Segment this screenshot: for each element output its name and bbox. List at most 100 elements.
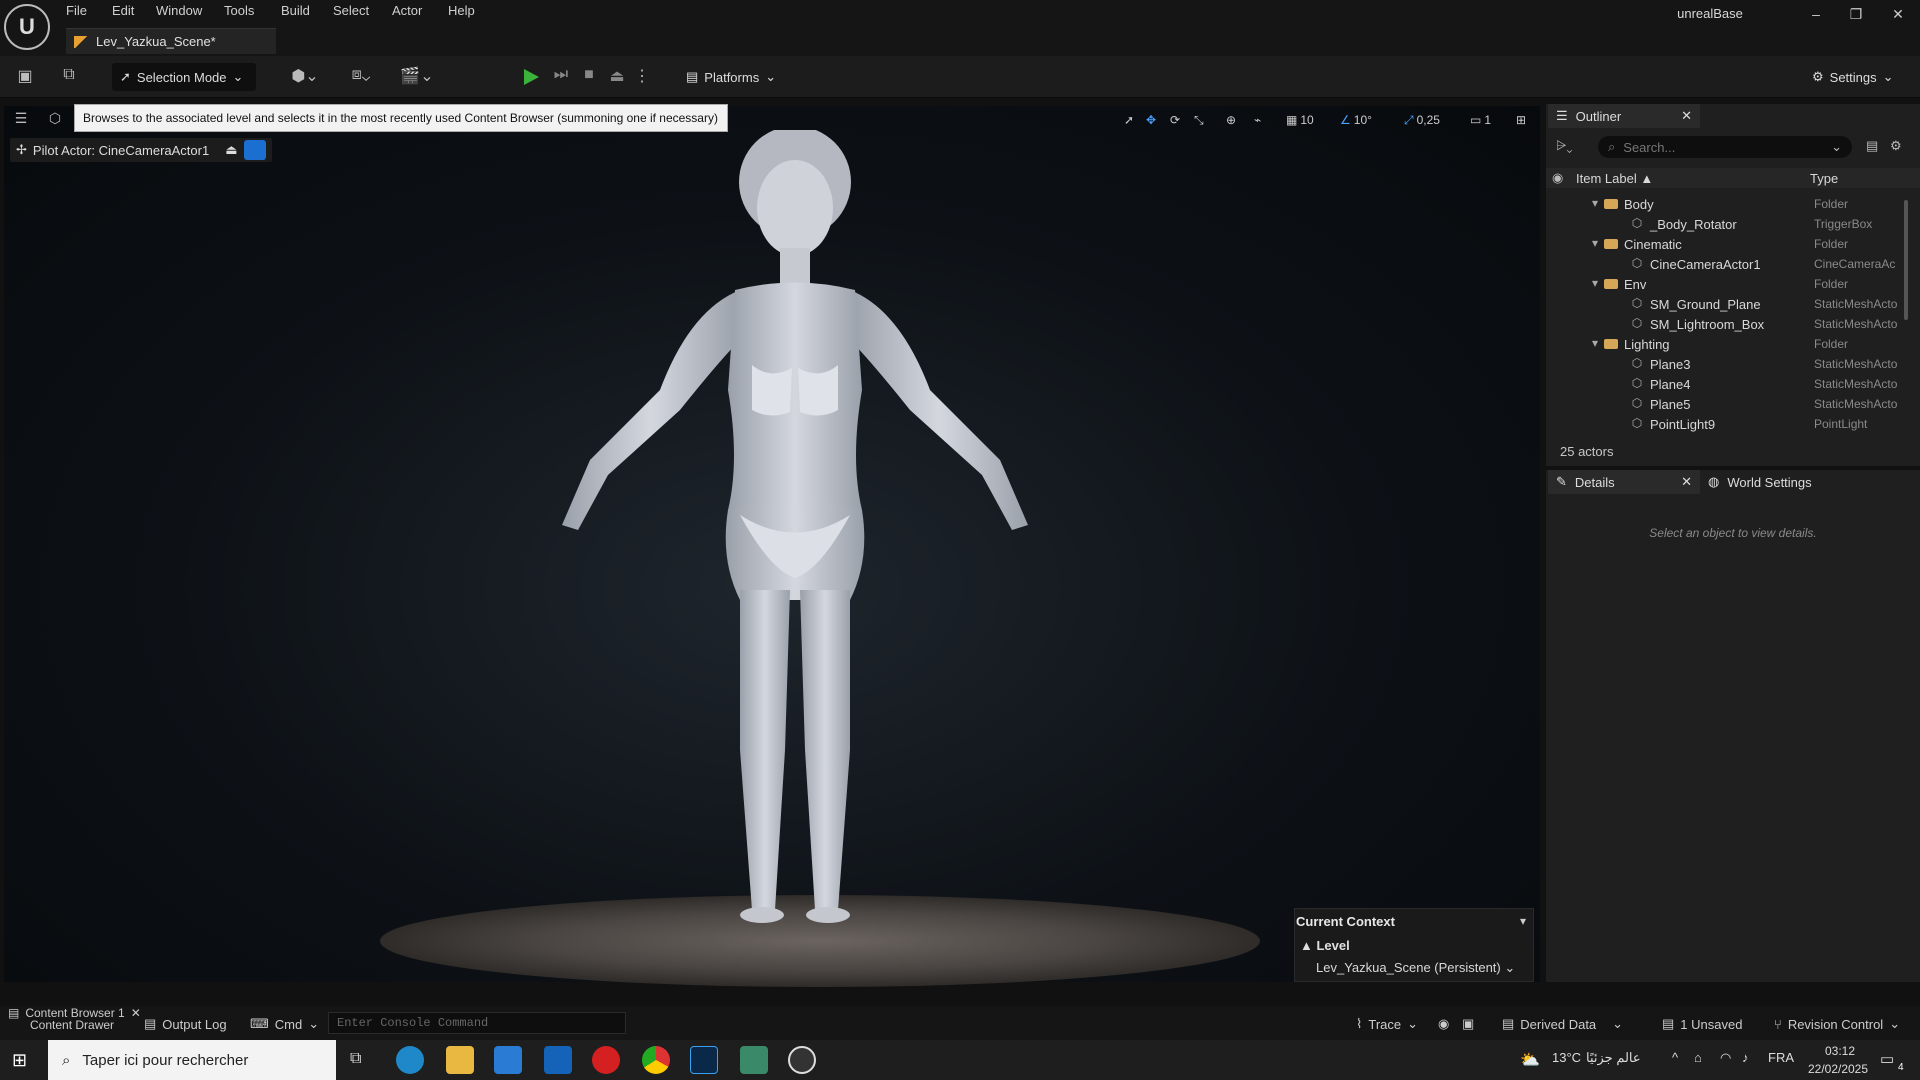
more-options-icon[interactable]: ⋮ xyxy=(634,66,650,86)
viewport-layout-icon[interactable]: ⊞ xyxy=(1516,110,1526,130)
selection-mode-dropdown[interactable]: ➚ Selection Mode ⌄ xyxy=(112,63,256,91)
rotation-snap-toggle[interactable]: ∠ 10° xyxy=(1340,110,1372,130)
language-indicator[interactable]: FRA xyxy=(1768,1050,1794,1065)
trace-dropdown[interactable]: ⌇ Trace ⌄ xyxy=(1356,1014,1418,1034)
menu-window[interactable]: Window xyxy=(156,3,202,21)
outliner-actor-row[interactable]: ⬡ _Body_Rotator TriggerBox xyxy=(1546,214,1920,234)
menu-file[interactable]: File xyxy=(66,3,87,21)
menu-edit[interactable]: Edit xyxy=(112,3,134,21)
unreal-taskbar-icon[interactable] xyxy=(788,1046,816,1074)
hamburger-menu-icon[interactable]: ☰ xyxy=(12,110,30,127)
close-tab-icon[interactable]: ✕ xyxy=(1681,474,1692,490)
close-tab-icon[interactable]: ✕ xyxy=(131,1006,141,1020)
pilot-actor-bar[interactable]: ✢ Pilot Actor: CineCameraActor1 ⏏ xyxy=(10,138,272,162)
unreal-logo-icon[interactable]: U xyxy=(4,4,50,50)
store-icon[interactable] xyxy=(494,1046,522,1074)
stop-icon[interactable]: ■ xyxy=(578,66,600,84)
menu-build[interactable]: Build xyxy=(281,3,310,21)
outliner-actor-row[interactable]: ⬡ CineCameraActor1 CineCameraAc xyxy=(1546,254,1920,274)
visibility-icon[interactable]: ◉ xyxy=(1552,170,1563,186)
outliner-folder-row[interactable]: ▾ Body Folder xyxy=(1546,194,1920,214)
record-icon[interactable]: ◉ xyxy=(1438,1014,1449,1034)
grid-snap-toggle[interactable]: ▦ 10 xyxy=(1286,110,1314,130)
expand-arrow-icon[interactable]: ▾ xyxy=(1588,196,1602,210)
minimize-icon[interactable]: – xyxy=(1806,6,1826,26)
play-icon[interactable] xyxy=(520,66,542,88)
level-document-tab[interactable]: Lev_Yazkua_Scene* xyxy=(66,28,276,54)
outliner-actor-row[interactable]: ⬡ SM_Lightroom_Box StaticMeshActo xyxy=(1546,314,1920,334)
outliner-scrollbar[interactable] xyxy=(1904,200,1908,320)
outliner-settings-icon[interactable]: ⚙ xyxy=(1890,138,1902,154)
expand-arrow-icon[interactable]: ▾ xyxy=(1588,336,1602,350)
console-input[interactable]: Enter Console Command xyxy=(328,1012,626,1034)
cinematics-icon[interactable]: 🎬⌄ xyxy=(398,66,436,86)
filter-icon[interactable]: ⩥⌄ xyxy=(1556,138,1573,154)
restore-icon[interactable]: ❐ xyxy=(1846,6,1866,26)
weather-temp[interactable]: 13°C xyxy=(1552,1050,1581,1065)
select-tool-icon[interactable]: ➚ xyxy=(1124,110,1134,130)
move-tool-icon[interactable]: ✥ xyxy=(1146,110,1156,130)
photoshop-icon[interactable] xyxy=(690,1046,718,1074)
close-icon[interactable]: ✕ xyxy=(1888,6,1908,26)
outliner-folder-row[interactable]: ▾ Lighting Folder xyxy=(1546,334,1920,354)
weather-icon[interactable]: ⛅ xyxy=(1520,1050,1540,1070)
add-actor-icon[interactable]: ⬢⌄ xyxy=(286,66,324,86)
outliner-actor-row[interactable]: ⬡ Plane4 StaticMeshActo xyxy=(1546,374,1920,394)
rotate-tool-icon[interactable]: ⟳ xyxy=(1170,110,1180,130)
surface-snap-icon[interactable]: ⌁ xyxy=(1254,110,1261,130)
tray-expand-icon[interactable]: ^ xyxy=(1672,1050,1678,1065)
browse-content-icon[interactable]: ⧉ xyxy=(58,66,80,84)
output-log-button[interactable]: ▤ Output Log xyxy=(144,1014,227,1034)
eject-pilot-icon[interactable]: ⏏ xyxy=(225,142,237,158)
maya-icon[interactable] xyxy=(740,1046,768,1074)
settings-dropdown[interactable]: ⚙ Settings ⌄ xyxy=(1812,64,1894,90)
expand-arrow-icon[interactable]: ▾ xyxy=(1588,236,1602,250)
context-level-dropdown[interactable]: Lev_Yazkua_Scene (Persistent) ⌄ xyxy=(1316,960,1515,976)
col-type[interactable]: Type xyxy=(1810,171,1838,186)
outliner-search-input[interactable]: ⌕ Search... ⌄ xyxy=(1598,136,1852,158)
network-icon[interactable]: ⌂ xyxy=(1694,1050,1702,1065)
save-icon[interactable]: ▣ xyxy=(14,66,36,86)
platforms-dropdown[interactable]: ▤ Platforms ⌄ xyxy=(686,64,776,90)
revision-control-dropdown[interactable]: ⑂ Revision Control ⌄ xyxy=(1774,1014,1900,1034)
camera-icon[interactable] xyxy=(243,140,266,160)
derived-data-dropdown[interactable]: ▤ Derived Data ⌄ xyxy=(1502,1014,1623,1034)
menu-tools[interactable]: Tools xyxy=(224,3,254,21)
outliner-actor-row[interactable]: ⬡ Plane3 StaticMeshActo xyxy=(1546,354,1920,374)
tab-outliner[interactable]: ☰ Outliner ✕ xyxy=(1548,104,1700,128)
menu-help[interactable]: Help xyxy=(448,3,475,21)
edge-icon[interactable] xyxy=(396,1046,424,1074)
opera-icon[interactable] xyxy=(592,1046,620,1074)
windows-start-icon[interactable]: ⊞ xyxy=(12,1050,27,1071)
file-explorer-icon[interactable] xyxy=(446,1046,474,1074)
outliner-actor-row[interactable]: ⬡ SM_Ground_Plane StaticMeshActo xyxy=(1546,294,1920,314)
camera-speed-toggle[interactable]: ▭ 1 xyxy=(1470,110,1491,130)
notification-icon[interactable]: ▭ xyxy=(1880,1050,1894,1068)
scale-snap-toggle[interactable]: ⤢ 0,25 xyxy=(1404,110,1440,130)
screenshot-icon[interactable]: ▣ xyxy=(1462,1014,1474,1034)
clock-date[interactable]: 22/02/2025 xyxy=(1800,1062,1876,1076)
menu-select[interactable]: Select xyxy=(333,3,369,21)
tab-details[interactable]: ✎ Details ✕ xyxy=(1548,470,1700,494)
wifi-icon[interactable]: ◠ xyxy=(1720,1050,1731,1066)
content-drawer-button[interactable]: Content Drawer xyxy=(30,1018,114,1032)
perspective-icon[interactable]: ⬡ xyxy=(46,110,64,127)
step-icon[interactable]: ⏭ xyxy=(550,66,572,84)
tab-world-settings[interactable]: ◍ World Settings xyxy=(1708,470,1812,494)
chrome-icon[interactable] xyxy=(642,1046,670,1074)
scale-tool-icon[interactable]: ⤡ xyxy=(1194,110,1204,130)
expand-arrow-icon[interactable]: ▾ xyxy=(1588,276,1602,290)
outliner-actor-row[interactable]: ⬡ Plane5 StaticMeshActo xyxy=(1546,394,1920,414)
world-local-icon[interactable]: ⊕ xyxy=(1226,110,1236,130)
chevron-down-icon[interactable]: ▾ xyxy=(1520,914,1526,928)
close-tab-icon[interactable]: ✕ xyxy=(1681,108,1692,124)
outliner-actor-row[interactable]: ⬡ PointLight9 PointLight xyxy=(1546,414,1920,434)
new-folder-icon[interactable]: ▤ xyxy=(1866,138,1878,154)
col-item-label[interactable]: Item Label ▲ xyxy=(1576,171,1653,186)
menu-actor[interactable]: Actor xyxy=(392,3,422,21)
blueprint-icon[interactable]: ⧈⌄ xyxy=(342,66,380,84)
taskbar-search-input[interactable]: ⌕ Taper ici pour rechercher xyxy=(48,1040,336,1080)
cmd-dropdown[interactable]: ⌨ Cmd ⌄ xyxy=(250,1014,319,1034)
clock-time[interactable]: 03:12 xyxy=(1812,1044,1868,1058)
outliner-folder-row[interactable]: ▾ Cinematic Folder xyxy=(1546,234,1920,254)
